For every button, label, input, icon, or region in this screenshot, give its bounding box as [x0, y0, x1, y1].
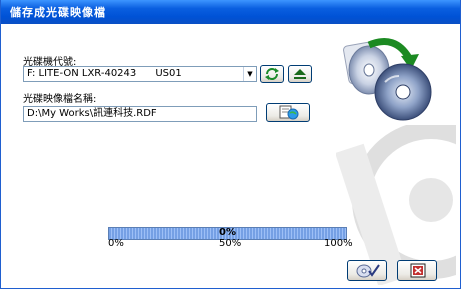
progress-percent: 0%: [219, 227, 236, 238]
disc-copy-icon: [343, 38, 432, 121]
eject-icon: [294, 69, 306, 79]
cancel-icon: [410, 263, 426, 278]
image-file-label: 光碟映像檔名稱:: [23, 94, 97, 105]
title-bar: 儲存成光碟映像檔: [1, 0, 460, 24]
ok-button[interactable]: [347, 260, 387, 281]
browse-folder-icon: [279, 105, 299, 120]
drive-select-value: F: LITE-ON LXR-40243 US01: [27, 68, 182, 79]
progress-tick-50: 50%: [219, 238, 242, 249]
window-title: 儲存成光碟映像檔: [10, 6, 106, 19]
refresh-arrows-icon: [265, 68, 279, 80]
progress-tick-100: 100%: [324, 238, 353, 249]
progress-tick-0: 0%: [108, 238, 124, 249]
cancel-button[interactable]: [397, 260, 437, 281]
image-file-path-value: D:\My Works\訊連科技.RDF: [27, 108, 157, 119]
drive-select[interactable]: F: LITE-ON LXR-40243 US01 ▼: [23, 66, 257, 82]
eject-button[interactable]: [288, 65, 312, 83]
image-file-path-input[interactable]: D:\My Works\訊連科技.RDF: [23, 106, 257, 122]
chevron-down-icon[interactable]: ▼: [243, 67, 256, 81]
ok-disc-check-icon: [356, 264, 380, 278]
refresh-drives-button[interactable]: [260, 65, 284, 83]
save-disc-image-dialog: 儲存成光碟映像檔 光碟機代號: F: LITE-ON LXR-40243 US0…: [0, 0, 461, 289]
browse-button[interactable]: [266, 103, 310, 122]
